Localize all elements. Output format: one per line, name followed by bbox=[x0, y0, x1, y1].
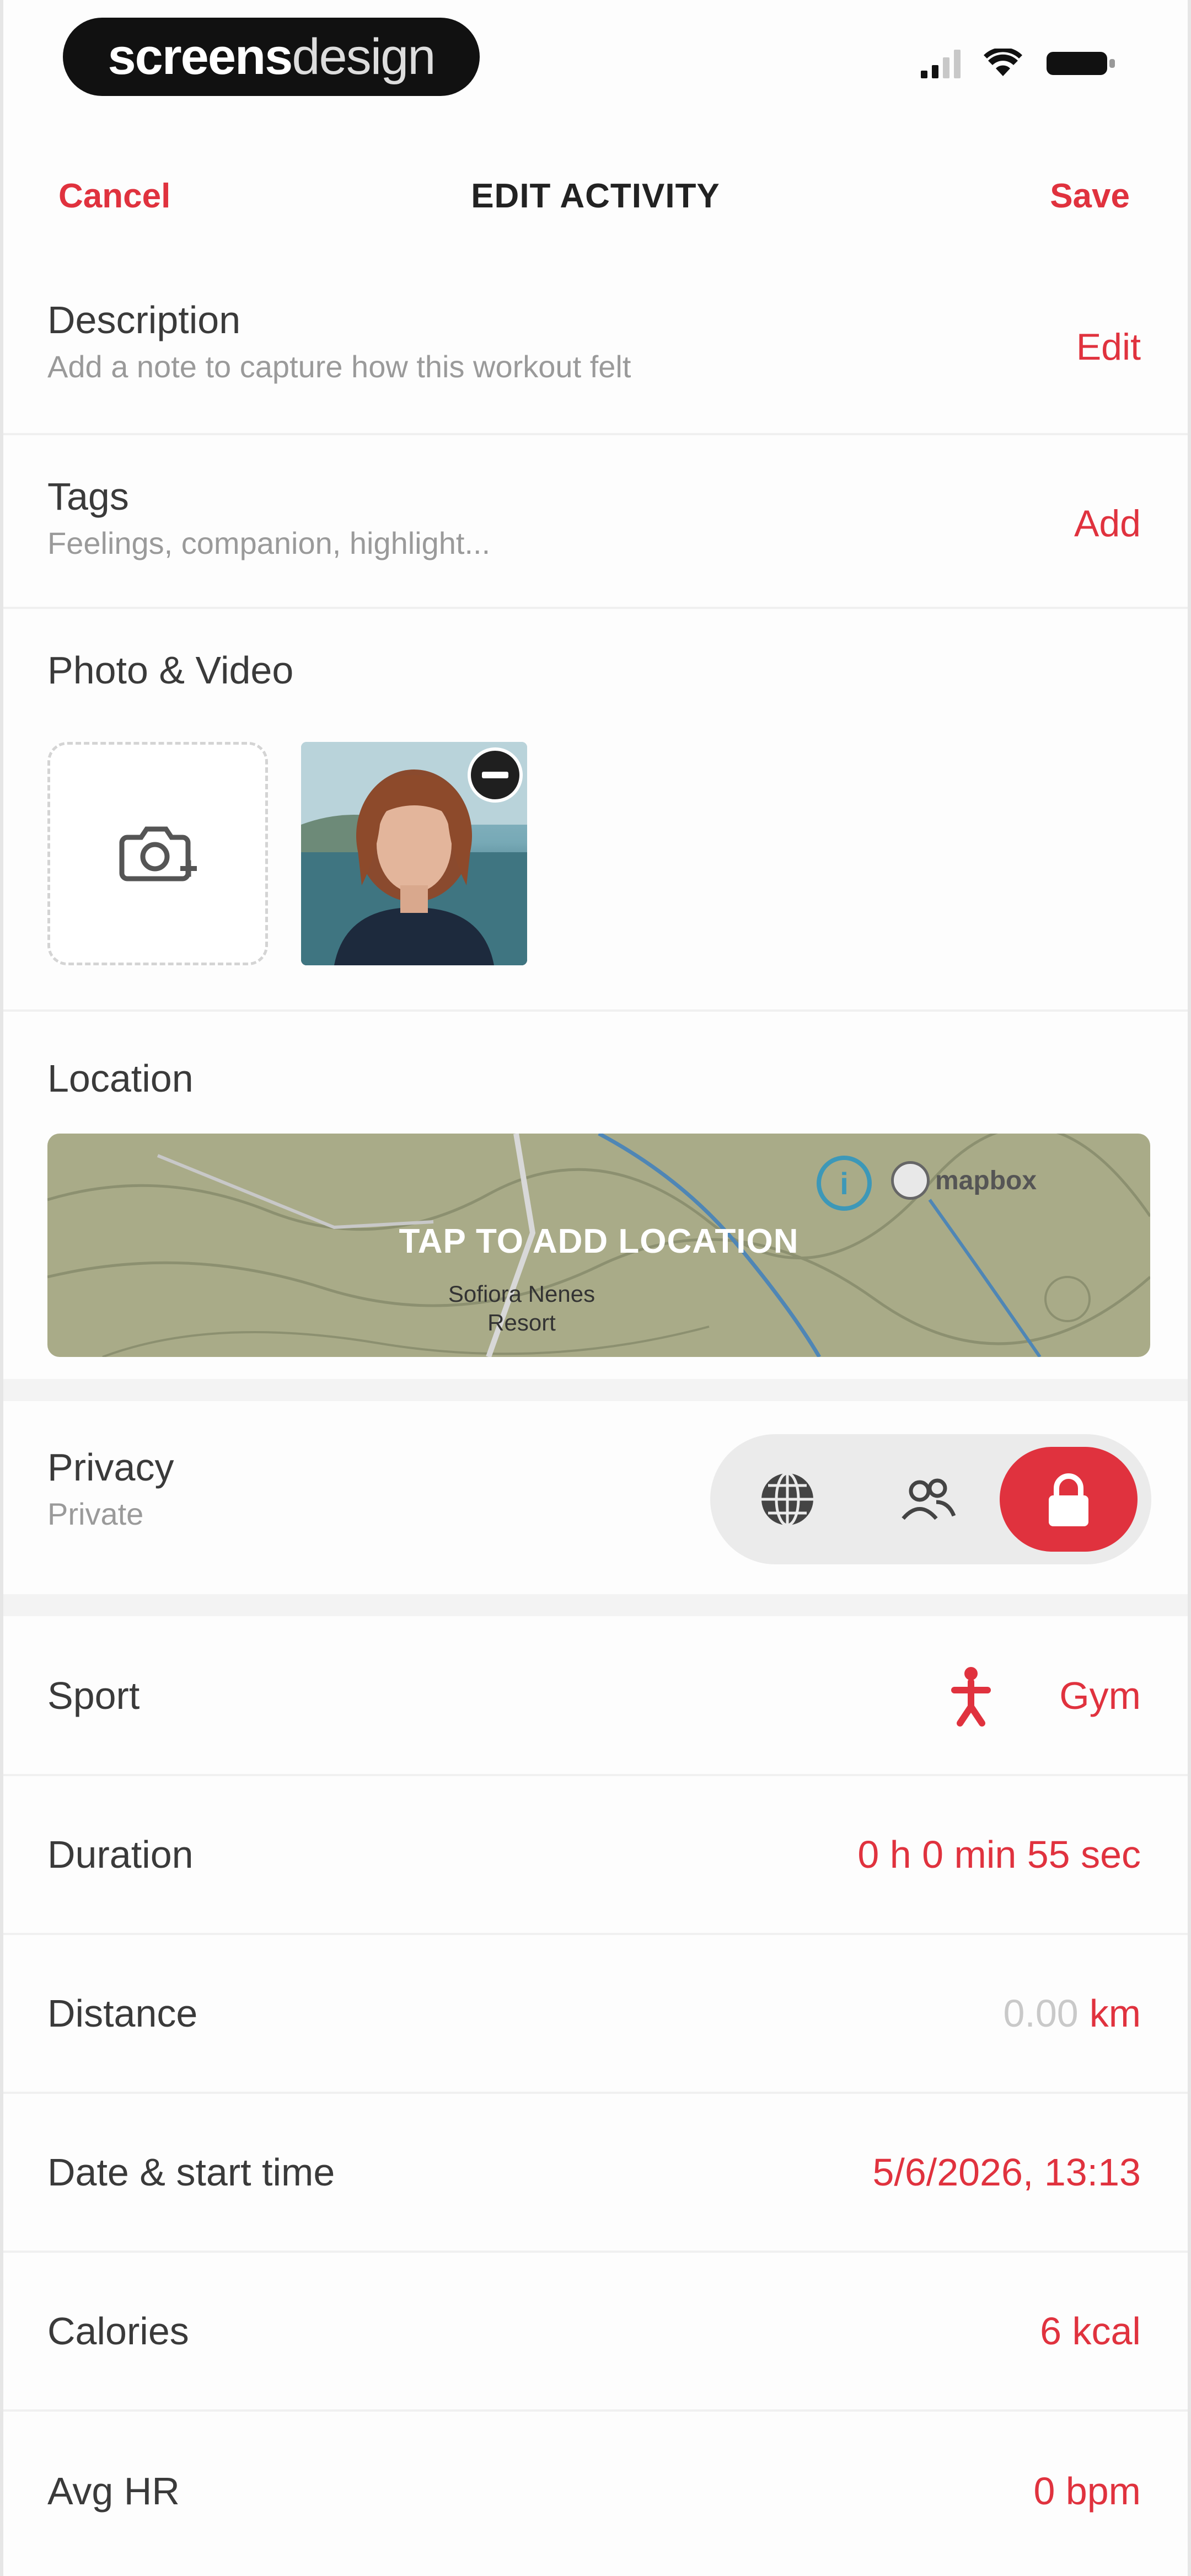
wifi-icon bbox=[984, 49, 1022, 78]
mapbox-logo-icon bbox=[891, 1161, 930, 1200]
lock-icon bbox=[1049, 1473, 1088, 1526]
tags-add-button[interactable]: Add bbox=[1074, 502, 1141, 545]
date-start-time-label: Date & start time bbox=[47, 2151, 335, 2194]
description-subtitle: Add a note to capture how this workout f… bbox=[47, 349, 631, 384]
page-title: EDIT ACTIVITY bbox=[471, 177, 720, 215]
sport-value: Gym bbox=[1059, 1674, 1141, 1717]
avg-hr-label: Avg HR bbox=[47, 2470, 180, 2513]
sport-row[interactable]: Sport Gym bbox=[3, 1617, 1188, 1776]
map-place-label: Sofiora Nenes Resort bbox=[448, 1281, 596, 1335]
sport-value-group: Gym bbox=[938, 1663, 1141, 1729]
mapbox-attribution: mapbox bbox=[891, 1161, 1037, 1200]
description-edit-button[interactable]: Edit bbox=[1076, 325, 1141, 368]
sport-label: Sport bbox=[47, 1674, 140, 1717]
distance-label: Distance bbox=[47, 1992, 198, 2035]
save-button[interactable]: Save bbox=[1050, 177, 1130, 216]
tap-to-add-location-label: TAP TO ADD LOCATION bbox=[399, 1222, 799, 1260]
status-bar: screens design bbox=[3, 0, 1188, 132]
brand-light-text: design bbox=[292, 28, 436, 85]
location-header: Location bbox=[3, 1056, 1188, 1117]
tags-row[interactable]: Tags Feelings, companion, highlight... A… bbox=[3, 474, 1188, 601]
photo-video-title: Photo & Video bbox=[47, 649, 294, 692]
calories-label: Calories bbox=[47, 2310, 189, 2353]
gym-sport-icon bbox=[938, 1663, 1004, 1729]
divider bbox=[3, 607, 1188, 609]
distance-row[interactable]: Distance 0.00 km bbox=[3, 1935, 1188, 2094]
photo-video-header: Photo & Video bbox=[3, 648, 1188, 714]
date-start-time-value: 5/6/2026, 13:13 bbox=[872, 2151, 1141, 2194]
distance-value: 0.00 bbox=[1003, 1992, 1079, 2035]
mapbox-attribution-text: mapbox bbox=[935, 1166, 1037, 1195]
avg-hr-value: 0 bpm bbox=[1033, 2470, 1141, 2513]
divider bbox=[3, 433, 1188, 435]
camera-add-icon bbox=[119, 826, 197, 881]
section-divider bbox=[3, 1594, 1188, 1616]
edit-activity-screen: screens design Cancel EDIT ACTIVITY Save… bbox=[0, 0, 1191, 2576]
divider bbox=[3, 1009, 1188, 1012]
brand-watermark: screens design bbox=[63, 18, 480, 96]
privacy-followers-button[interactable] bbox=[876, 1447, 980, 1552]
navigation-bar: Cancel EDIT ACTIVITY Save bbox=[3, 160, 1188, 232]
add-photo-button[interactable] bbox=[47, 742, 268, 965]
calories-row[interactable]: Calories 6 kcal bbox=[3, 2253, 1188, 2412]
minus-icon bbox=[482, 772, 508, 778]
globe-icon bbox=[761, 1472, 813, 1527]
cellular-signal-icon bbox=[921, 49, 961, 78]
duration-label: Duration bbox=[47, 1833, 194, 1876]
distance-value-group: 0.00 km bbox=[1003, 1991, 1141, 2035]
tags-subtitle: Feelings, companion, highlight... bbox=[47, 526, 491, 560]
date-start-time-row[interactable]: Date & start time 5/6/2026, 13:13 bbox=[3, 2094, 1188, 2253]
section-divider bbox=[3, 1379, 1188, 1401]
privacy-segmented-control bbox=[710, 1434, 1151, 1564]
tags-title: Tags bbox=[47, 475, 129, 518]
people-icon bbox=[902, 1478, 956, 1520]
brand-bold-text: screens bbox=[108, 28, 293, 85]
privacy-public-button[interactable] bbox=[735, 1447, 840, 1552]
location-map[interactable]: TAP TO ADD LOCATION Sofiora Nenes Resort… bbox=[47, 1134, 1150, 1357]
remove-photo-button[interactable] bbox=[468, 747, 523, 803]
location-title: Location bbox=[47, 1057, 194, 1100]
description-row[interactable]: Description Add a note to capture how th… bbox=[3, 298, 1188, 430]
description-title: Description bbox=[47, 298, 241, 341]
map-info-icon[interactable]: i bbox=[817, 1156, 872, 1211]
status-icons bbox=[921, 49, 1116, 78]
duration-row[interactable]: Duration 0 h 0 min 55 sec bbox=[3, 1776, 1188, 1935]
privacy-private-button[interactable] bbox=[1000, 1447, 1138, 1552]
calories-value: 6 kcal bbox=[1040, 2310, 1141, 2353]
distance-unit: km bbox=[1089, 1992, 1141, 2035]
avg-hr-row[interactable]: Avg HR 0 bpm bbox=[3, 2412, 1188, 2570]
duration-value: 0 h 0 min 55 sec bbox=[857, 1833, 1141, 1876]
battery-icon bbox=[1045, 49, 1116, 78]
